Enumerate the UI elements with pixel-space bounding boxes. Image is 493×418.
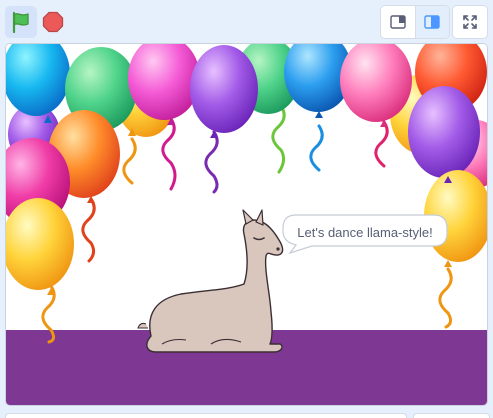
panel-edges: [0, 410, 493, 418]
small-stage-icon: [390, 15, 406, 29]
fullscreen-button[interactable]: [452, 5, 488, 39]
normal-stage-button[interactable]: [414, 6, 449, 38]
normal-stage-icon: [424, 15, 440, 29]
green-flag-icon: [12, 11, 29, 33]
stage-panel-edge: [413, 413, 490, 418]
stop-button[interactable]: [41, 6, 65, 38]
fullscreen-icon: [463, 15, 477, 29]
speech-bubble-text: Let's dance llama-style!: [297, 225, 433, 240]
stop-icon: [42, 11, 64, 33]
sprite-info-panel-edge: [5, 413, 407, 418]
stage-size-toggle: [380, 5, 450, 39]
stage-canvas[interactable]: Let's dance llama-style!: [5, 43, 488, 406]
stage-toolbar: [0, 0, 493, 44]
small-stage-button[interactable]: [381, 6, 415, 38]
green-flag-button[interactable]: [5, 6, 37, 38]
